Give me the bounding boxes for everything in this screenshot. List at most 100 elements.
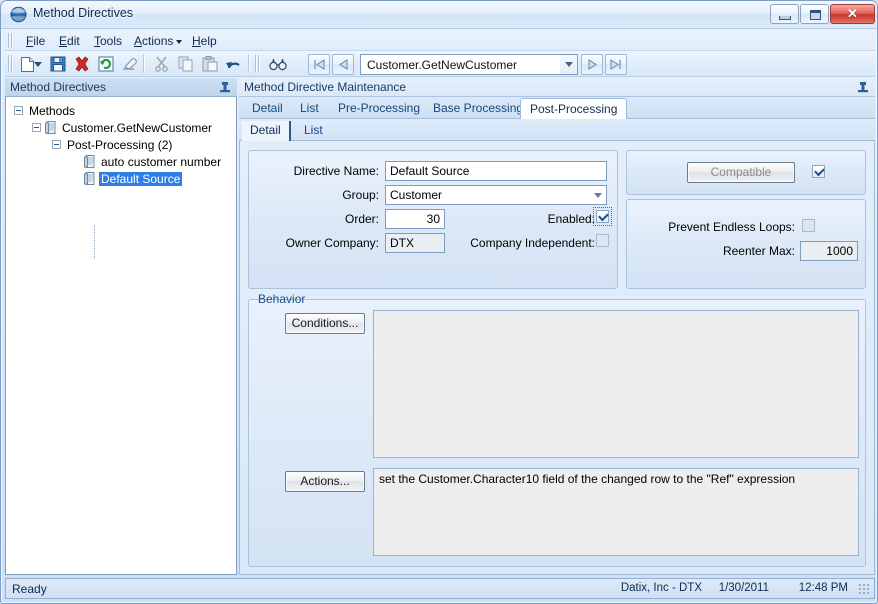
tree-node-customer-getnewcustomer[interactable]: Customer.GetNewCustomer — [32, 119, 214, 136]
method-directives-panel: Method Directives Methods Customer.GetNe… — [5, 78, 237, 575]
conditions-button[interactable]: Conditions... — [285, 313, 365, 334]
previous-record-icon[interactable] — [332, 54, 354, 75]
status-date: 1/30/2011 — [718, 582, 769, 594]
tab-pre-processing[interactable]: Pre-Processing — [329, 99, 429, 119]
group-combo-value: Customer — [390, 188, 443, 202]
tree-node-label: Customer.GetNewCustomer — [62, 120, 213, 135]
actions-button[interactable]: Actions... — [285, 471, 365, 492]
application-window: Method Directives ✕ File Edit Tools Acti… — [0, 0, 878, 604]
left-panel-title: Method Directives — [10, 80, 107, 94]
chevron-down-icon[interactable] — [560, 55, 577, 74]
save-icon[interactable] — [47, 54, 68, 74]
tree-connector — [94, 225, 95, 259]
reenter-max-label: Reenter Max: — [722, 244, 795, 258]
tree-node-auto-customer-number[interactable]: auto customer number — [84, 153, 223, 170]
new-dropdown-icon[interactable] — [33, 54, 43, 74]
actions-text: set the Customer.Character10 field of th… — [379, 472, 796, 486]
undo-icon[interactable] — [223, 54, 244, 74]
directives-tree[interactable]: Methods Customer.GetNewCustomer Post-Pro… — [5, 97, 237, 575]
document-icon — [84, 155, 95, 168]
reenter-max-field[interactable]: 1000 — [800, 241, 858, 261]
method-directive-maintenance-panel: Method Directive Maintenance Detail List… — [239, 78, 875, 575]
compatible-button[interactable]: Compatible — [687, 162, 795, 183]
cut-icon[interactable] — [151, 54, 172, 74]
clear-icon[interactable] — [119, 54, 140, 74]
record-combo[interactable]: Customer.GetNewCustomer — [360, 54, 578, 75]
toolbar-gripper-2[interactable] — [255, 55, 260, 72]
conditions-list[interactable] — [373, 310, 859, 458]
tab-post-processing[interactable]: Post-Processing — [520, 98, 628, 119]
tab-list[interactable]: List — [291, 99, 328, 119]
toolbar-separator-2 — [248, 54, 249, 73]
status-bar: Ready Datix, Inc - DTX 1/30/2011 12:48 P… — [5, 578, 875, 599]
tree-node-label: auto customer number — [101, 154, 222, 169]
binoculars-icon[interactable] — [267, 54, 288, 74]
tree-node-methods[interactable]: Methods — [14, 102, 77, 119]
prevent-endless-loops-checkbox[interactable] — [802, 219, 815, 232]
compatible-checkbox[interactable] — [812, 165, 825, 178]
group-combo[interactable]: Customer — [385, 185, 607, 205]
toolbar-gripper-1[interactable] — [8, 55, 13, 72]
tab-base-processing[interactable]: Base Processing — [424, 99, 532, 119]
order-label: Order: — [344, 212, 379, 226]
expander-minus-icon[interactable] — [32, 123, 41, 132]
enabled-checkbox[interactable] — [596, 210, 609, 223]
prevent-endless-loops-label: Prevent Endless Loops: — [668, 220, 795, 234]
close-button[interactable]: ✕ — [830, 4, 875, 24]
tab-detail[interactable]: Detail — [243, 99, 292, 119]
delete-icon[interactable] — [71, 54, 92, 74]
left-panel-caption: Method Directives — [5, 78, 237, 97]
right-panel-title: Method Directive Maintenance — [244, 80, 407, 94]
sub-tab-strip: Detail List — [239, 119, 875, 141]
chevron-down-icon[interactable] — [590, 186, 606, 204]
owner-company-label: Owner Company: — [285, 236, 379, 250]
document-icon — [84, 172, 95, 185]
detail-page-body: Directive Name: Default Source Group: Cu… — [239, 141, 875, 575]
expander-minus-icon[interactable] — [14, 106, 23, 115]
tree-node-default-source[interactable]: Default Source — [84, 170, 183, 187]
toolbar: Customer.GetNewCustomer — [5, 51, 875, 77]
menu-help[interactable]: Help — [187, 33, 222, 49]
menu-edit[interactable]: Edit — [54, 33, 85, 49]
directive-detail-group: Directive Name: Default Source Group: Cu… — [248, 150, 618, 289]
paste-icon[interactable] — [199, 54, 220, 74]
tree-node-label-selected: Default Source — [99, 171, 183, 186]
title-bar: Method Directives ✕ — [1, 1, 877, 29]
menu-gripper[interactable] — [8, 33, 13, 48]
order-field[interactable]: 30 — [385, 209, 445, 229]
toolbar-separator-1 — [143, 54, 144, 73]
record-combo-value: Customer.GetNewCustomer — [367, 57, 518, 72]
menu-bar: File Edit Tools Actions Help — [5, 30, 875, 51]
next-record-icon[interactable] — [581, 54, 603, 75]
pin-icon[interactable] — [857, 81, 869, 94]
status-message: Ready — [12, 582, 47, 596]
status-time: 12:48 PM — [798, 582, 848, 594]
window-title: Method Directives — [33, 6, 134, 20]
sphere-icon — [10, 6, 27, 23]
resize-grip[interactable] — [859, 584, 871, 596]
compatible-group: Compatible — [626, 150, 866, 195]
expander-minus-icon[interactable] — [52, 140, 61, 149]
copy-icon[interactable] — [175, 54, 196, 74]
tree-node-post-processing[interactable]: Post-Processing (2) — [52, 136, 174, 153]
window-controls: ✕ — [769, 4, 875, 24]
pin-icon[interactable] — [219, 81, 231, 94]
group-label: Group: — [342, 188, 379, 202]
company-independent-checkbox[interactable] — [596, 234, 609, 247]
behavior-group-title: Behavior — [258, 292, 306, 306]
menu-file[interactable]: File — [21, 33, 50, 49]
menu-actions[interactable]: Actions — [129, 33, 187, 49]
subtab-list[interactable]: List — [296, 121, 331, 141]
maximize-button[interactable] — [800, 4, 829, 24]
refresh-icon[interactable] — [95, 54, 116, 74]
directive-name-label: Directive Name: — [293, 164, 379, 178]
actions-list[interactable]: set the Customer.Character10 field of th… — [373, 468, 859, 556]
last-record-icon[interactable] — [605, 54, 627, 75]
first-record-icon[interactable] — [308, 54, 330, 75]
company-independent-label: Company Independent: — [470, 236, 595, 250]
directive-name-field[interactable]: Default Source — [385, 161, 607, 181]
menu-tools[interactable]: Tools — [89, 33, 127, 49]
subtab-detail[interactable]: Detail — [242, 121, 291, 141]
behavior-group: Behavior Conditions... Actions... set th… — [248, 292, 866, 567]
minimize-button[interactable] — [770, 4, 799, 24]
